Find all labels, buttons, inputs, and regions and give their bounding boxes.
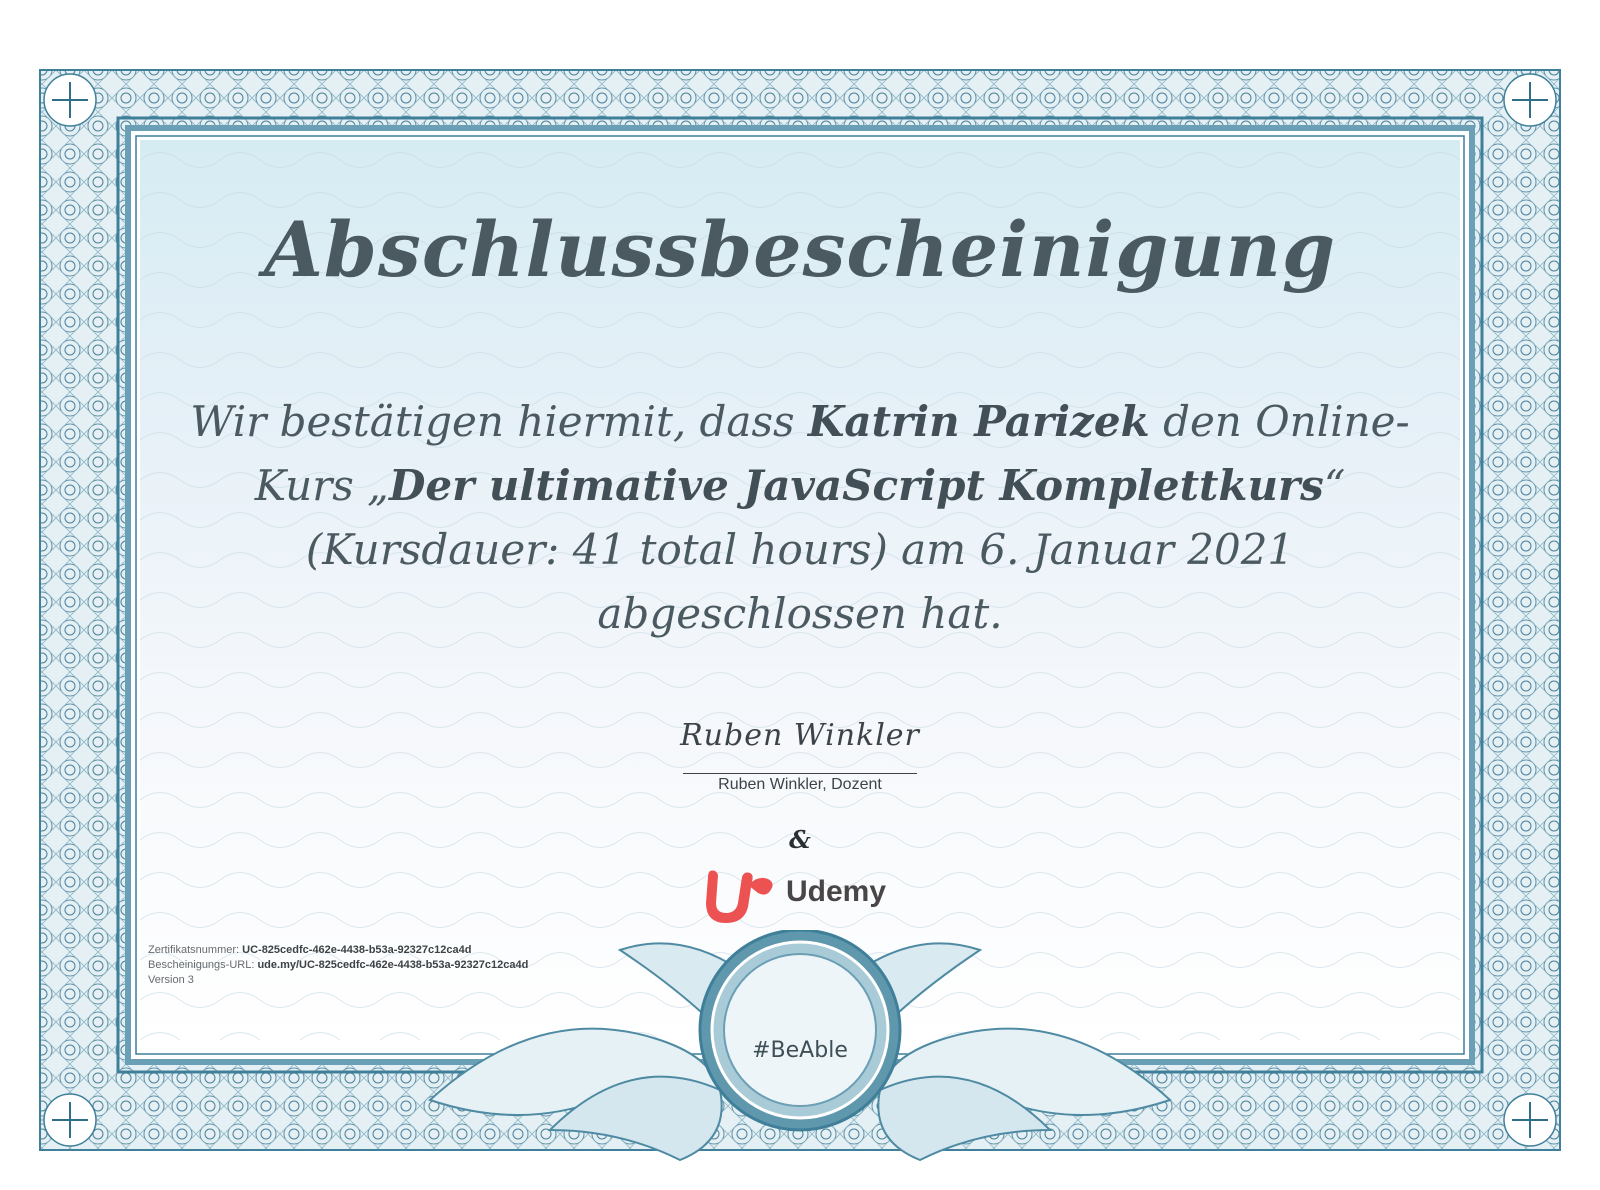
instructor-signature: Ruben Winkler xyxy=(680,718,920,753)
certificate-title: Abschlussbescheinigung xyxy=(263,205,1337,294)
udemy-wordmark: Udemy xyxy=(786,875,887,908)
statement-intro: Wir bestätigen hiermit, dass xyxy=(190,397,808,446)
course-title: Der ultimative JavaScript Komplettkurs xyxy=(388,461,1324,510)
certificate-number-label: Zertifikatsnummer: xyxy=(148,944,243,956)
completion-statement: Wir bestätigen hiermit, dass Katrin Pari… xyxy=(170,390,1430,646)
certificate-url-label: Bescheinigungs-URL: xyxy=(148,959,258,971)
certificate: Abschlussbescheinigung Wir bestätigen hi… xyxy=(0,0,1600,1190)
student-name: Katrin Parizek xyxy=(807,397,1150,446)
seal-hashtag: #BeAble xyxy=(752,1038,848,1063)
signature-line xyxy=(683,773,917,774)
ampersand: & xyxy=(789,825,811,854)
signature-caption: Ruben Winkler, Dozent xyxy=(718,776,882,793)
udemy-logo-icon xyxy=(706,870,773,923)
udemy-logo: Udemy xyxy=(702,865,902,925)
